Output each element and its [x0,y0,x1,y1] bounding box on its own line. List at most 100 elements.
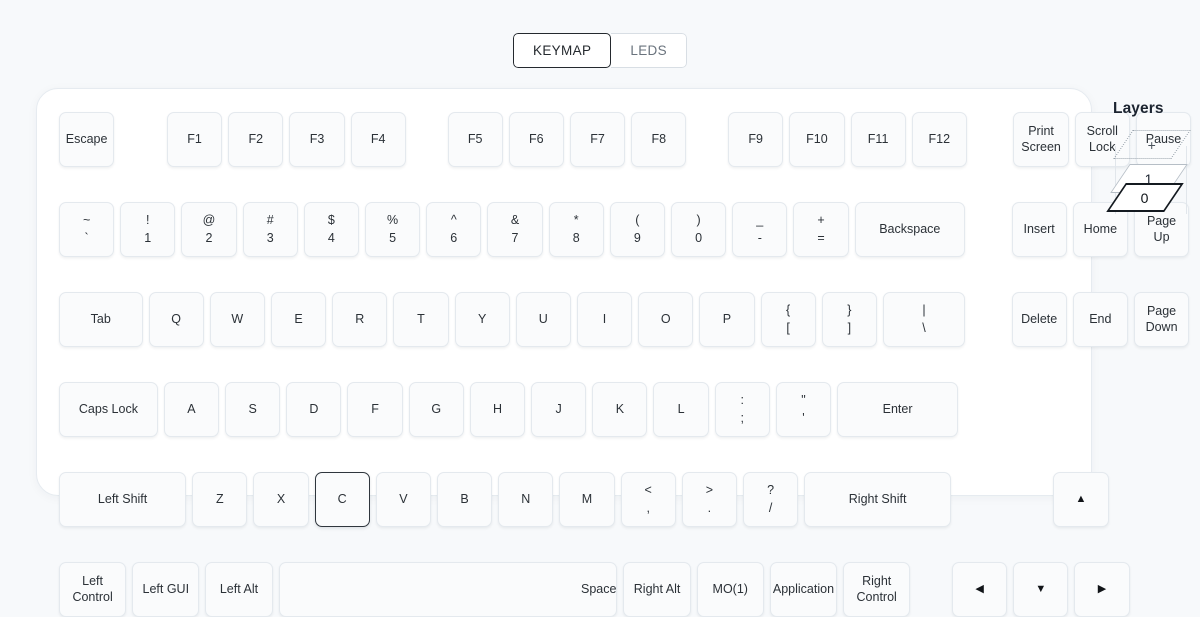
key-key-d[interactable]: D [286,382,342,438]
key-digit-1[interactable]: ! 1 [120,202,176,258]
layer-add-button[interactable]: + [1113,130,1191,159]
key-key-p-label: P [722,311,732,326]
key-equal[interactable]: + = [793,202,849,258]
key-digit-8-lower-legend: 8 [572,230,580,245]
key-quote[interactable]: " ' [775,382,832,438]
key-comma[interactable]: <, [620,472,676,528]
layer-add-label: + [1147,136,1157,153]
key-digit-3[interactable]: #3 [242,202,298,258]
key-caps-lock[interactable]: Caps Lock [59,382,158,438]
key-f4[interactable]: F4 [350,112,406,168]
key-escape[interactable]: Escape [59,112,115,168]
key-digit-0[interactable]: ) 0 [671,202,727,258]
key-f7[interactable]: F7 [569,112,626,168]
key-f3[interactable]: F3 [289,112,345,168]
key-enter-label: Enter [882,401,913,416]
key-key-c[interactable]: C [314,472,370,528]
key-key-o[interactable]: O [638,292,694,348]
key-arrow-down[interactable]: ▼ [1013,562,1069,617]
key-key-f[interactable]: F [347,382,403,438]
key-digit-6[interactable]: ^ 6 [426,202,482,258]
key-arrow-up[interactable]: ▲ [1053,472,1109,528]
key-period[interactable]: >. [681,472,737,528]
key-f1[interactable]: F1 [167,112,223,168]
key-backslash[interactable]: | \ [882,292,965,348]
key-digit-7[interactable]: & 7 [487,202,543,258]
key-f12[interactable]: F12 [911,112,967,168]
key-layer-momentary-1[interactable]: MO(1) [696,562,764,617]
key-key-q-label: Q [171,311,181,326]
key-key-e[interactable]: E [270,292,327,348]
tab-keymap[interactable]: KEYMAP [512,33,612,68]
key-bracket-left-upper-legend: { [786,302,791,317]
key-digit-9[interactable]: (9 [609,202,665,258]
key-slash[interactable]: ? / [743,472,799,528]
key-key-s[interactable]: S [225,382,281,438]
key-backspace[interactable]: Backspace [854,202,965,258]
key-left-shift[interactable]: Left Shift [59,472,187,528]
key-key-j[interactable]: J [531,382,587,438]
key-minus[interactable]: _ - [732,202,788,258]
key-f9-label: F9 [748,131,763,146]
key-arrow-right[interactable]: ▶ [1074,562,1130,617]
key-key-g[interactable]: G [408,382,464,438]
key-key-x[interactable]: X [253,472,309,528]
key-f5[interactable]: F5 [447,112,503,168]
key-left-gui[interactable]: Left GUI [132,562,200,617]
key-key-v[interactable]: V [375,472,431,528]
key-key-w[interactable]: W [209,292,265,348]
key-end[interactable]: End [1072,292,1128,348]
key-digit-8[interactable]: * 8 [548,202,604,258]
key-left-control[interactable]: Left Control [59,562,127,617]
key-f9[interactable]: F9 [728,112,784,168]
key-key-u[interactable]: U [515,292,571,348]
key-key-n[interactable]: N [498,472,554,528]
key-print-screen[interactable]: Print Screen [1013,112,1069,168]
key-key-l[interactable]: L [653,382,709,438]
key-key-r[interactable]: R [332,292,388,348]
key-home-label: Home [1083,221,1118,236]
key-semicolon[interactable]: :; [714,382,770,438]
key-digit-5[interactable]: % 5 [365,202,421,258]
key-page-down[interactable]: Page Down [1133,292,1190,348]
key-digit-4[interactable]: $4 [303,202,359,258]
key-right-control[interactable]: Right Control [843,562,911,617]
key-key-m[interactable]: M [559,472,615,528]
key-grave-tilde[interactable]: ~ ` [59,202,115,258]
key-bracket-right-lower-legend: ] [847,320,852,335]
key-left-alt[interactable]: Left Alt [205,562,273,617]
key-tab[interactable]: Tab [59,292,143,348]
key-key-k[interactable]: K [592,382,648,438]
key-quote-lower-legend: ' [802,410,805,425]
key-key-a-label: A [187,401,196,416]
key-bracket-right[interactable]: }] [821,292,877,348]
key-arrow-left[interactable]: ◀ [952,562,1008,617]
key-f2[interactable]: F2 [228,112,284,168]
key-right-shift[interactable]: Right Shift [804,472,952,528]
key-insert[interactable]: Insert [1011,202,1067,258]
key-comma-lower-legend: , [646,500,650,515]
key-delete[interactable]: Delete [1011,292,1067,348]
key-key-i[interactable]: I [576,292,633,348]
key-key-a[interactable]: A [163,382,220,438]
key-f8[interactable]: F8 [631,112,687,168]
key-digit-2[interactable]: @2 [181,202,237,258]
key-application[interactable]: Application [769,562,838,617]
tab-leds[interactable]: LEDS [611,33,688,68]
key-bracket-left[interactable]: {[ [760,292,816,348]
key-f10[interactable]: F10 [789,112,845,168]
key-key-z[interactable]: Z [192,472,248,528]
key-key-q[interactable]: Q [148,292,204,348]
key-key-b[interactable]: B [437,472,493,528]
key-key-h[interactable]: H [469,382,526,438]
key-f6[interactable]: F6 [508,112,564,168]
key-right-alt[interactable]: Right Alt [623,562,691,617]
key-key-m-label: M [581,491,593,506]
key-key-y[interactable]: Y [454,292,510,348]
key-enter[interactable]: Enter [837,382,959,438]
key-key-p[interactable]: P [699,292,755,348]
key-bracket-left-lower-legend: [ [786,320,790,335]
key-f11[interactable]: F11 [850,112,906,168]
key-key-t[interactable]: T [393,292,449,348]
key-space[interactable]: Space [278,562,618,617]
